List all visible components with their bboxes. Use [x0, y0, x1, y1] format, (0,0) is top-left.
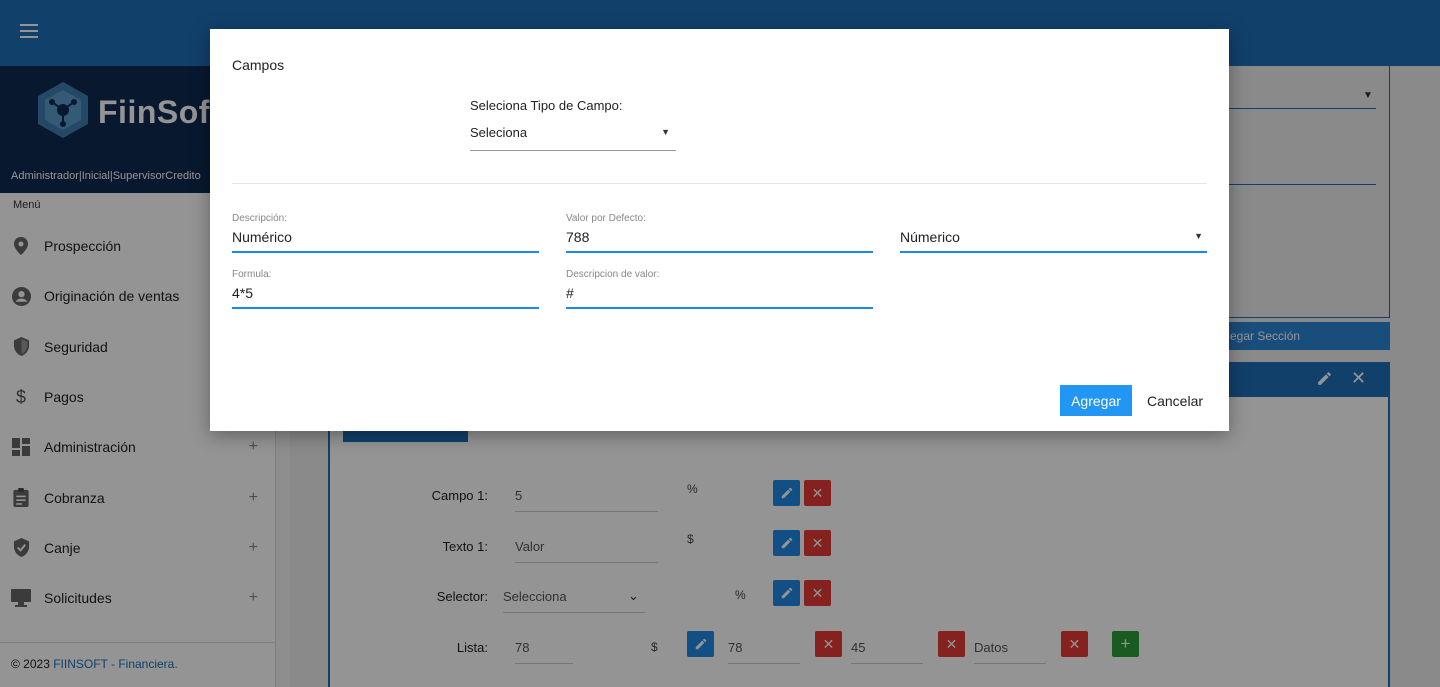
dropdown-caret-icon: ▼	[661, 127, 670, 137]
data-type-select[interactable]: Númerico ▼	[900, 213, 1207, 253]
field-value: #	[566, 285, 574, 301]
dialog-title: Campos	[232, 57, 285, 73]
descripcion-valor-field[interactable]: Descripcion de valor: #	[566, 269, 873, 309]
divider	[232, 183, 1207, 184]
formula-field[interactable]: Formula: 4*5	[232, 269, 539, 309]
valor-defecto-field[interactable]: Valor por Defecto: 788	[566, 213, 873, 253]
field-label: Descripcion de valor:	[566, 269, 660, 280]
field-value: 788	[566, 229, 590, 245]
field-type-select[interactable]: Seleciona ▼	[470, 125, 676, 151]
agregar-button[interactable]: Agregar	[1060, 385, 1132, 416]
field-value: Númerico	[900, 229, 960, 245]
campos-dialog: Campos Seleciona Tipo de Campo: Selecion…	[210, 29, 1229, 431]
field-type-value: Seleciona	[470, 125, 528, 140]
field-type-label: Seleciona Tipo de Campo:	[470, 98, 623, 113]
field-value: Numérico	[232, 229, 292, 245]
field-label: Descripción:	[232, 213, 288, 224]
descripcion-field[interactable]: Descripción: Numérico	[232, 213, 539, 253]
field-value: 4*5	[232, 285, 254, 301]
field-label: Valor por Defecto:	[566, 213, 646, 224]
dropdown-caret-icon: ▼	[1194, 231, 1203, 241]
field-label: Formula:	[232, 269, 272, 280]
cancelar-button[interactable]: Cancelar	[1144, 385, 1206, 416]
